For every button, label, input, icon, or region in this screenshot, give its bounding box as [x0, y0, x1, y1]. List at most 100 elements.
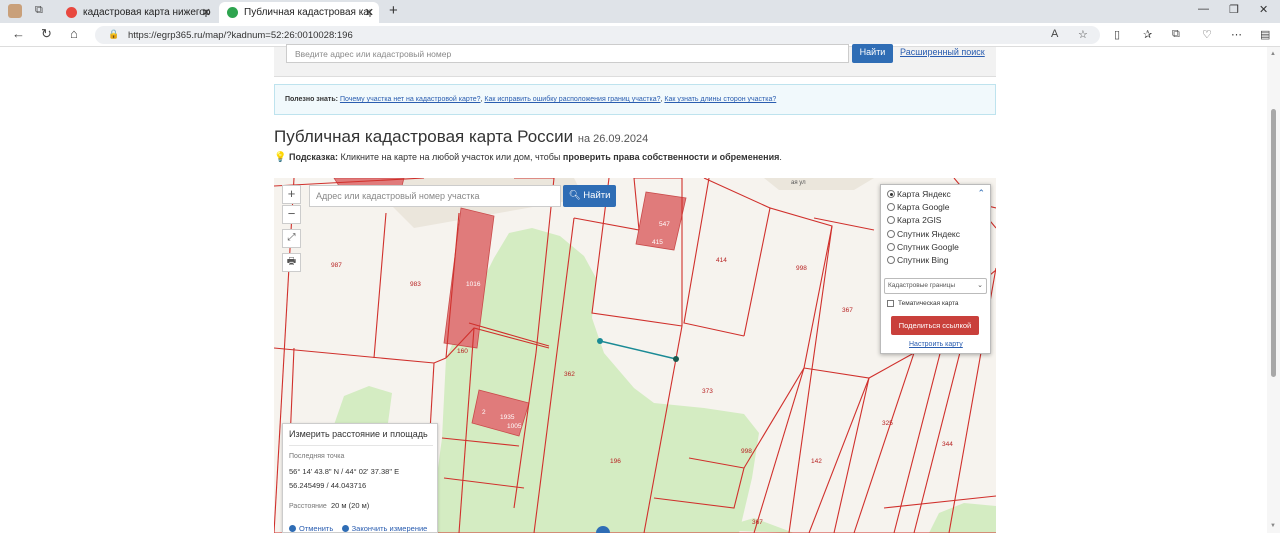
checkbox-icon	[887, 300, 894, 307]
measure-point[interactable]	[597, 338, 603, 344]
layer-option-label: Спутник Google	[897, 242, 959, 252]
measure-line	[599, 340, 677, 360]
parcel-label: 998	[796, 265, 807, 272]
site-search-panel: Введите адрес или кадастровый номер Найт…	[274, 44, 996, 77]
workspaces-icon[interactable]: ⧉	[35, 4, 43, 17]
chevron-down-icon: ⌄	[977, 282, 983, 289]
parcel-label: 983	[410, 281, 421, 288]
profile-avatar[interactable]	[8, 4, 22, 18]
finish-measure-button[interactable]: Закончить измерение	[341, 524, 428, 533]
green-area	[929, 503, 996, 533]
setup-map-link[interactable]: Настроить карту	[909, 341, 963, 348]
overlay-select[interactable]: Кадастровые границы ⌄	[884, 278, 987, 294]
parcel-label: 344	[942, 441, 953, 448]
tab-public-cadastral-map[interactable]: Публичная кадастровая карта - ✕	[219, 2, 379, 23]
layer-option-label: Спутник Bing	[897, 255, 949, 265]
cadastral-map[interactable]: ая ул 987 983 1016 160 547 415 414 998 3…	[274, 178, 996, 533]
close-tab-icon[interactable]: ✕	[365, 6, 374, 19]
layer-option[interactable]: Карта 2GIS	[887, 215, 941, 225]
parcel-label: 325	[882, 420, 893, 427]
cancel-measure-button[interactable]: Отменить	[289, 524, 333, 533]
layer-option[interactable]: Спутник Bing	[887, 255, 948, 265]
restore-icon[interactable]: ❐	[1229, 3, 1239, 16]
home-icon[interactable]: ⌂	[70, 27, 78, 41]
scroll-down-icon[interactable]: ▼	[1270, 523, 1276, 529]
layer-option-label: Карта Google	[897, 202, 950, 212]
parcel-label: 414	[716, 257, 727, 264]
map-find-button[interactable]: 🔍︎ Найти	[563, 185, 616, 207]
map-find-label: Найти	[583, 190, 611, 201]
parcel-label: 1005	[507, 423, 522, 430]
hint-label: Подсказка:	[288, 152, 339, 162]
layer-option-label: Карта 2GIS	[897, 215, 942, 225]
share-link-button[interactable]: Поделиться ссылкой	[891, 316, 979, 335]
measure-point[interactable]	[673, 356, 679, 362]
more-menu-icon[interactable]: ⋯	[1231, 28, 1242, 41]
address-bar[interactable]: 🔒 https://egrp365.ru/map/?kadnum=52:26:0…	[95, 26, 1100, 44]
parcel-label: 196	[610, 458, 621, 465]
page-scrollbar[interactable]: ▲ ▼	[1267, 47, 1280, 533]
radio-icon	[887, 230, 895, 238]
parcel-label: 367	[752, 519, 763, 526]
collections-icon[interactable]: ⧉	[1172, 28, 1180, 41]
hint-end: .	[779, 152, 782, 162]
layer-option[interactable]: Спутник Яндекс	[887, 229, 960, 239]
chevron-up-icon[interactable]: ⌃	[977, 188, 985, 199]
search-icon: 🔍︎	[568, 190, 581, 201]
parcel-label: 547	[659, 221, 670, 228]
info-link-fix-boundaries[interactable]: Как исправить ошибку расположения границ…	[484, 96, 660, 103]
tab-cadastral-search[interactable]: кадастровая карта нижегородс ✕	[58, 2, 216, 23]
browser-essentials-icon[interactable]: ♡	[1202, 28, 1212, 41]
radio-icon	[887, 243, 895, 251]
layer-option[interactable]: Карта Яндекс	[887, 189, 951, 199]
finish-label: Закончить измерение	[351, 524, 428, 533]
advanced-search-link[interactable]: Расширенный поиск	[900, 47, 985, 57]
sidebar-icon[interactable]: ▤	[1260, 28, 1270, 41]
layer-option[interactable]: Карта Google	[887, 202, 950, 212]
thematic-map-checkbox[interactable]: Тематическая карта	[887, 300, 959, 307]
parcel-label: 998	[741, 448, 752, 455]
favorites-icon[interactable]: ✰	[1143, 28, 1152, 41]
scroll-up-icon[interactable]: ▲	[1270, 51, 1276, 57]
read-aloud-icon[interactable]: A	[1051, 28, 1058, 40]
overlay-select-value: Кадастровые границы	[888, 282, 956, 289]
road	[764, 178, 874, 190]
zoom-out-button[interactable]: −	[282, 205, 301, 224]
parcel-label: 367	[842, 307, 853, 314]
hint-text: Кликните на карте на любой участок или д…	[340, 152, 561, 162]
close-tab-icon[interactable]: ✕	[202, 6, 211, 19]
layer-option[interactable]: Спутник Google	[887, 242, 959, 252]
address-search-input[interactable]: Введите адрес или кадастровый номер	[286, 44, 849, 63]
info-link-side-lengths[interactable]: Как узнать длины сторон участка?	[664, 96, 776, 103]
tab-title: кадастровая карта нижегородс	[83, 7, 211, 18]
measure-title: Измерить расстояние и площадь	[289, 429, 428, 439]
zoom-in-button[interactable]: +	[282, 185, 301, 204]
shield-check-favicon-icon	[227, 7, 238, 18]
minimize-icon[interactable]: —	[1198, 3, 1209, 15]
back-icon[interactable]: ←	[12, 27, 25, 41]
layer-option-label: Спутник Яндекс	[897, 229, 960, 239]
last-point-label: Последняя точка	[289, 453, 345, 460]
info-link-missing-parcel[interactable]: Почему участка нет на кадастровой карте?	[340, 96, 481, 103]
fullscreen-button[interactable]: ⤢	[282, 229, 301, 248]
map-search-input[interactable]: Адрес или кадастровый номер участка	[309, 185, 561, 207]
cancel-label: Отменить	[299, 524, 334, 533]
print-button[interactable]: 🖶	[282, 253, 301, 272]
tab-title: Публичная кадастровая карта -	[244, 7, 372, 18]
close-window-icon[interactable]: ✕	[1259, 3, 1268, 16]
parcel-label: 1016	[466, 281, 481, 288]
scrollbar-thumb[interactable]	[1271, 109, 1276, 377]
distance-value: 20 м (20 м)	[330, 501, 370, 510]
hint-bold: проверить права собственности и обремене…	[562, 152, 780, 162]
new-tab-icon[interactable]: +	[389, 2, 398, 19]
parcel-label: 987	[331, 262, 342, 269]
split-screen-icon[interactable]: ▯	[1114, 28, 1120, 41]
page-title: Публичная кадастровая карта России на 26…	[274, 127, 648, 147]
page-title-text: Публичная кадастровая карта России	[274, 127, 574, 146]
reload-icon[interactable]: ↻	[41, 27, 52, 41]
useful-info-box: Полезно знать: Почему участка нет на кад…	[274, 84, 996, 115]
measure-actions: Отменить Закончить измерение	[289, 524, 427, 533]
lock-icon: 🔒	[108, 29, 120, 39]
favorite-star-icon[interactable]: ☆	[1078, 28, 1088, 41]
find-button[interactable]: Найти	[852, 44, 893, 63]
